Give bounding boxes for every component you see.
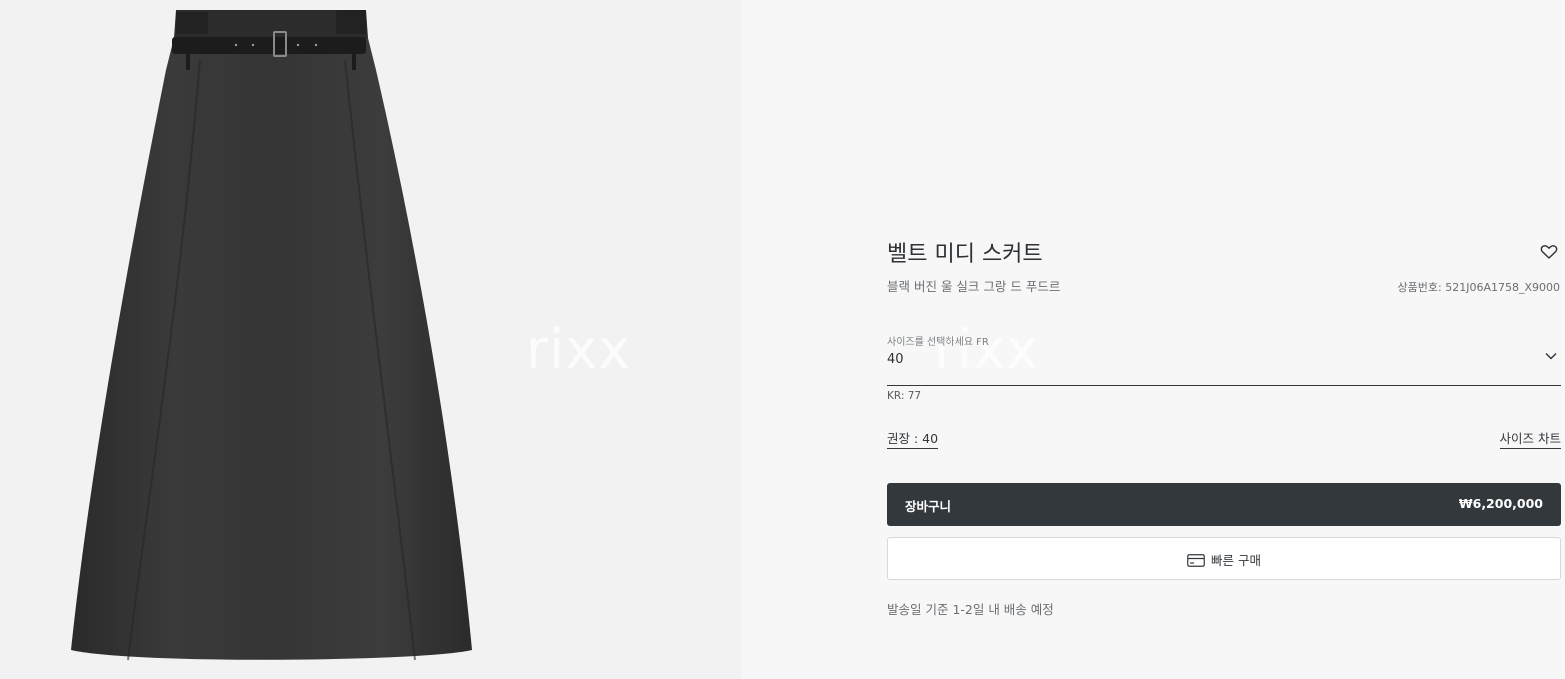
quick-buy-label: 빠른 구매 [1211,553,1261,568]
size-chart-link[interactable]: 사이즈 차트 [1499,428,1561,449]
product-title: 벨트 미디 스커트 [887,242,1043,267]
product-image[interactable] [0,0,742,679]
product-subtitle: 블랙 버진 울 실크 그랑 드 푸드르 [887,279,1061,294]
kr-size-label: KR: 77 [887,390,922,402]
product-page: rixx rixx 벨트 미디 스커트 블랙 버진 울 실크 그랑 드 푸드르 … [0,0,1565,679]
size-dropdown-hint: 사이즈를 선택하세요 FR [887,337,989,348]
delivery-note: 발송일 기준 1-2일 내 배송 예정 [887,602,1054,617]
product-sku: 상품번호: 521J06A1758_X9000 [1397,281,1560,294]
recommended-size-link[interactable]: 권장 : 40 [887,428,939,449]
add-to-cart-label: 장바구니 [905,499,952,514]
chevron-down-icon [1545,353,1557,360]
skirt-illustration [71,10,472,661]
size-dropdown[interactable]: 사이즈를 선택하세요 FR 40 [887,330,1561,386]
heart-icon [1540,245,1558,259]
price-label: ₩6,200,000 [1458,496,1543,511]
credit-card-icon [1187,554,1205,567]
add-to-cart-button[interactable]: 장바구니 ₩6,200,000 [887,483,1561,526]
wishlist-button[interactable] [1539,242,1559,262]
quick-buy-button[interactable]: 빠른 구매 [887,537,1561,580]
size-dropdown-value: 40 [887,352,904,367]
